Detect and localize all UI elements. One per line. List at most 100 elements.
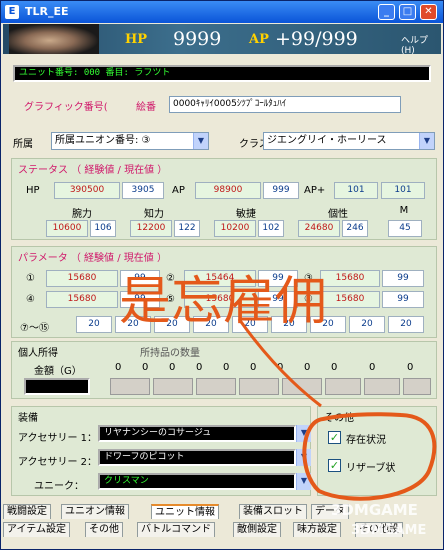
int-exp[interactable]: 12200 <box>130 220 172 237</box>
item-slot[interactable] <box>239 378 279 395</box>
ap-plus-exp-field[interactable]: 101 <box>334 182 378 199</box>
close-icon[interactable]: ✕ <box>420 4 437 20</box>
m-value[interactable]: 45 <box>388 220 422 237</box>
title-bar[interactable]: E TLR_EE _ □ ✕ <box>1 1 443 23</box>
exists-checkbox[interactable]: ✓ <box>328 431 341 444</box>
tab-slot[interactable]: 装備スロット <box>239 504 307 519</box>
equip-panel: 装備 アクセサリー 1： リヤナンシーのコサージュ ▼ アクセサリー 2： ドワ… <box>11 406 311 496</box>
param-row3-value[interactable]: 20 <box>388 316 424 333</box>
ap-cur-field[interactable]: 999 <box>263 182 299 199</box>
param-3-exp[interactable]: 15680 <box>320 270 380 287</box>
chevron-down-icon[interactable]: ▼ <box>296 425 311 442</box>
str-cur[interactable]: 106 <box>90 220 116 237</box>
maximize-icon[interactable]: □ <box>399 4 416 20</box>
acc2-field[interactable]: ドワーフのピコット <box>98 449 296 466</box>
param-2-exp[interactable]: 15464 <box>184 270 256 287</box>
graphic-field[interactable]: 0000ｷｬﾘｲ0005ｼﾂﾌﾟｺｰﾙﾀｭﾊｲ <box>169 96 401 113</box>
item-slot[interactable] <box>196 378 236 395</box>
param-3-cur[interactable]: 99 <box>382 270 424 287</box>
item-slot[interactable] <box>403 378 431 395</box>
int-header: 知力 <box>144 209 164 220</box>
chevron-down-icon[interactable]: ▼ <box>193 133 208 149</box>
tab-enemy[interactable]: 敵側設定 <box>233 522 281 537</box>
tab-battle-command[interactable]: バトルコマンド <box>137 522 216 537</box>
money-field[interactable] <box>24 378 90 395</box>
tab-ally[interactable]: 味方設定 <box>293 522 341 537</box>
item-count: 0 <box>407 362 414 373</box>
hp-cur-field[interactable]: 3905 <box>122 182 164 199</box>
money-label: 金額（G） <box>34 366 82 377</box>
tab-unit[interactable]: ユニット情報 <box>151 504 219 519</box>
str-exp[interactable]: 10600 <box>46 220 88 237</box>
hp-value: 9999 <box>173 28 222 50</box>
item-count: 0 <box>115 362 122 373</box>
ap-label: AP <box>249 32 269 47</box>
param-5-label: ⑤ <box>166 294 175 305</box>
item-slot[interactable] <box>282 378 322 395</box>
items-count-title: 所持品の数量 <box>140 348 200 359</box>
per-cur[interactable]: 246 <box>342 220 368 237</box>
param-row3-value[interactable]: 20 <box>232 316 268 333</box>
m-header: M <box>399 205 409 216</box>
agi-cur[interactable]: 102 <box>258 220 284 237</box>
class-select-value: ジエングリイ・ホーリース <box>267 135 387 146</box>
param-row3-value[interactable]: 20 <box>271 316 307 333</box>
param-6-cur[interactable]: 99 <box>382 291 424 308</box>
item-count: 0 <box>304 362 311 373</box>
item-count: 0 <box>196 362 203 373</box>
reserve-checkbox[interactable]: ✓ <box>328 459 341 472</box>
param-2-label: ② <box>166 273 175 284</box>
watermark-logo-2: 3DMGAME <box>351 523 427 538</box>
item-slot[interactable] <box>325 378 361 395</box>
class-select[interactable]: ジエングリイ・ホーリース ▼ <box>263 132 435 150</box>
union-select[interactable]: 所属ユニオン番号: ③ ▼ <box>51 132 209 150</box>
param-4-label: ④ <box>26 294 35 305</box>
chevron-down-icon[interactable]: ▼ <box>419 133 434 149</box>
param-7-15-label: ⑦〜⑮ <box>20 323 49 334</box>
other-panel: その他 ✓ 存在状況 ✓ リザーブ状 <box>317 406 437 496</box>
param-5-cur[interactable]: 99 <box>258 291 298 308</box>
per-exp[interactable]: 24680 <box>298 220 340 237</box>
ap-plus-cur-field[interactable]: 101 <box>381 182 425 199</box>
unique-field[interactable]: クリスマン <box>98 473 296 490</box>
param-4-cur[interactable]: 99 <box>120 291 160 308</box>
param-6-exp[interactable]: 15680 <box>320 291 380 308</box>
agi-exp[interactable]: 10200 <box>214 220 256 237</box>
header-banner: HP 9999 AP +99/999 ヘルプ(H) <box>3 24 441 54</box>
param-5-exp[interactable]: 15680 <box>184 291 256 308</box>
tab-other[interactable]: その他 <box>85 522 123 537</box>
tab-union[interactable]: ユニオン情報 <box>61 504 129 519</box>
param-row3-value[interactable]: 20 <box>310 316 346 333</box>
param-2-cur[interactable]: 99 <box>258 270 298 287</box>
param-1-exp[interactable]: 15680 <box>46 270 118 287</box>
item-slot[interactable] <box>364 378 400 395</box>
param-1-label: ① <box>26 273 35 284</box>
param-row3-value[interactable]: 20 <box>349 316 385 333</box>
param-row3-value[interactable]: 20 <box>115 316 151 333</box>
help-menu[interactable]: ヘルプ(H) <box>401 33 441 54</box>
param-row3-value[interactable]: 20 <box>76 316 112 333</box>
param-4-exp[interactable]: 15680 <box>46 291 118 308</box>
int-cur[interactable]: 122 <box>174 220 200 237</box>
item-count: 0 <box>250 362 257 373</box>
acc1-field[interactable]: リヤナンシーのコサージュ <box>98 425 296 442</box>
unit-number-box: ユニット番号: 000 番目: ラフツト <box>13 65 431 82</box>
minimize-icon[interactable]: _ <box>378 4 395 20</box>
item-slot[interactable] <box>153 378 193 395</box>
chevron-down-icon[interactable]: ▼ <box>296 473 311 490</box>
item-count: 0 <box>369 362 376 373</box>
per-header: 個性 <box>328 209 348 220</box>
param-1-cur[interactable]: 99 <box>120 270 160 287</box>
param-row3-value[interactable]: 20 <box>193 316 229 333</box>
graphic-label-2: 絵番 <box>136 102 156 113</box>
agi-header: 敏捷 <box>236 209 256 220</box>
chevron-down-icon[interactable]: ▼ <box>296 449 311 466</box>
param-row3-value[interactable]: 20 <box>154 316 190 333</box>
ap-exp-field[interactable]: 98900 <box>195 182 261 199</box>
item-slot[interactable] <box>110 378 150 395</box>
hp-exp-field[interactable]: 390500 <box>54 182 120 199</box>
tab-item[interactable]: アイテム設定 <box>3 522 70 537</box>
character-portrait <box>9 24 99 54</box>
tab-battle[interactable]: 戦闘設定 <box>3 504 51 519</box>
ap-plus-label: AP+ <box>304 185 326 196</box>
